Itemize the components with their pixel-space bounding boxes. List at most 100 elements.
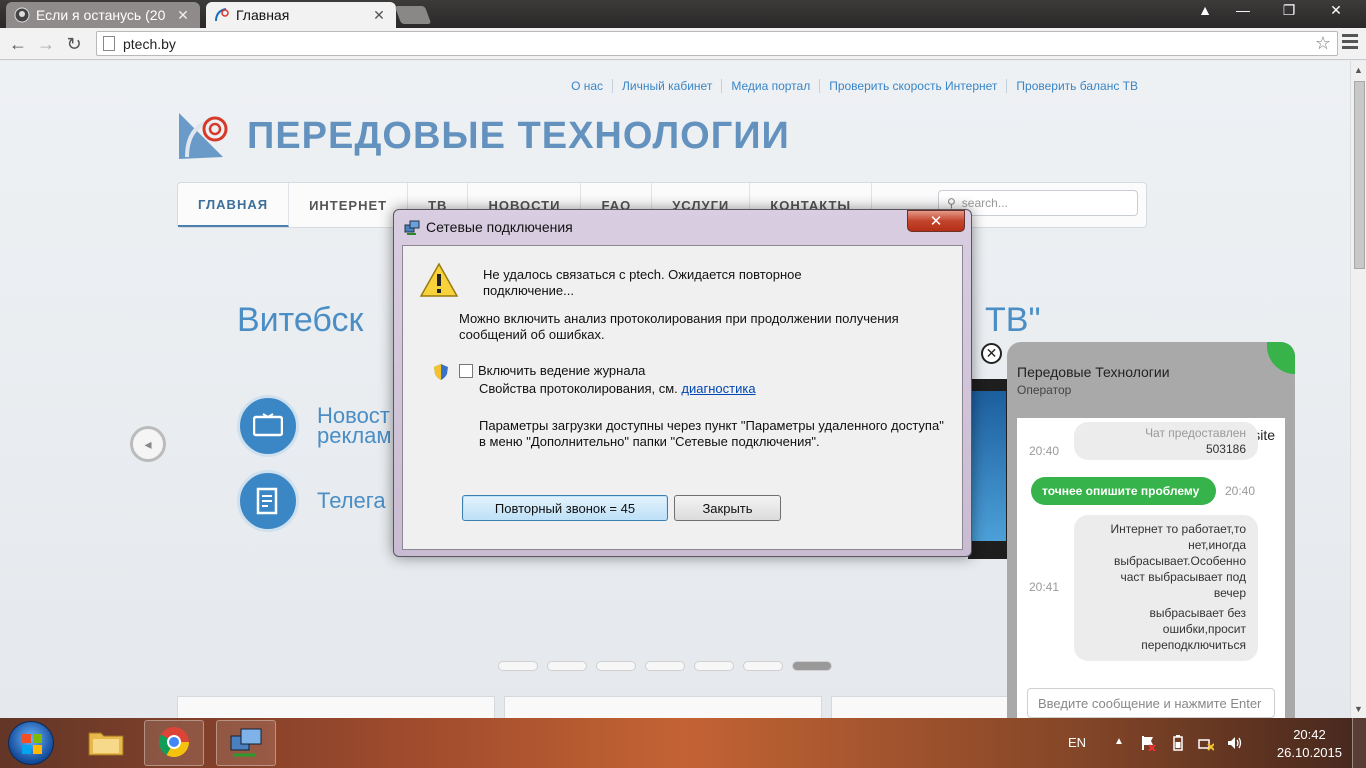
link-speedtest[interactable]: Проверить скорость Интернет: [819, 79, 1006, 93]
scrollbar-thumb[interactable]: [1354, 81, 1365, 269]
show-desktop-button[interactable]: [1352, 718, 1366, 768]
tab-title: Главная: [236, 7, 290, 23]
dialog-titlebar[interactable]: Сетевые подключения: [404, 219, 573, 235]
scroll-up-icon[interactable]: ▲: [1354, 65, 1363, 75]
taskbar-chrome-button[interactable]: [144, 720, 204, 766]
address-bar[interactable]: ptech.by ☆: [96, 31, 1338, 56]
folder-icon: [87, 727, 125, 760]
feature-label: Новост реклам: [317, 405, 392, 448]
chat-close-button[interactable]: ✕: [981, 343, 1002, 364]
browser-tabstrip: Если я останусь (20 ✕ Главная ✕ ▲ — ❐ ✕: [0, 0, 1366, 28]
info-card[interactable]: [177, 696, 495, 718]
slider-prev-button[interactable]: ◂: [130, 426, 166, 462]
dialog-close-icon[interactable]: ✕: [907, 210, 965, 232]
feature-telegram[interactable]: Телега: [237, 470, 386, 532]
properties-text: Свойства протоколирования, см.: [479, 381, 678, 396]
top-links: О нас Личный кабинет Медиа портал Провер…: [562, 79, 1147, 93]
enable-logging-checkbox[interactable]: [459, 364, 473, 378]
uac-shield-icon: [433, 363, 449, 381]
link-about[interactable]: О нас: [562, 79, 612, 93]
window-close-button[interactable]: ✕: [1312, 0, 1360, 20]
laptop-image: [968, 379, 1008, 559]
chat-status-indicator: [1267, 342, 1295, 374]
dialog-message: Не удалось связаться с ptech. Ожидается …: [483, 267, 802, 298]
message-line: переподключиться: [1141, 638, 1246, 652]
dialog-title: Сетевые подключения: [426, 219, 573, 235]
network-connections-icon: [227, 726, 265, 761]
chat-operator-name: Передовые Технологии: [1017, 364, 1170, 380]
tab-video[interactable]: Если я останусь (20 ✕: [6, 2, 200, 28]
slider-dot[interactable]: [694, 661, 734, 671]
restore-button[interactable]: ❐: [1266, 0, 1312, 20]
message-time: 20:40: [1225, 484, 1256, 498]
power-icon[interactable]: [1170, 735, 1186, 751]
slider-dot-active[interactable]: [792, 661, 832, 671]
chat-log: jivosite Чат предоставлен 503186 20:40 т…: [1017, 418, 1285, 718]
tab-home[interactable]: Главная ✕: [206, 2, 396, 28]
dialog-message-settings: Параметры загрузки доступны через пункт …: [479, 418, 944, 449]
start-button[interactable]: [8, 721, 54, 765]
menu-home[interactable]: ГЛАВНАЯ: [178, 183, 290, 227]
system-clock[interactable]: 20:42 26.10.2015: [1277, 726, 1342, 762]
message-line: Чат предоставлен: [1145, 426, 1246, 440]
info-card[interactable]: [504, 696, 822, 718]
new-tab-button[interactable]: [394, 6, 432, 24]
profile-icon[interactable]: ▲: [1190, 0, 1220, 20]
tab-title: Если я останусь (20: [36, 7, 166, 23]
action-center-icon[interactable]: [1140, 735, 1156, 752]
taskbar-explorer-button[interactable]: [76, 720, 136, 766]
slider-dots: [498, 661, 841, 671]
enable-logging-label[interactable]: Включить ведение журнала: [478, 363, 645, 378]
message-line: 503186: [1205, 442, 1246, 456]
menu-icon[interactable]: [1342, 34, 1358, 52]
close-button[interactable]: Закрыть: [674, 495, 781, 521]
window-controls: ▲ — ❐ ✕: [1190, 0, 1360, 20]
reload-icon[interactable]: ↻: [62, 32, 86, 56]
page-icon: [103, 36, 115, 51]
dialog-message-logging: Можно включить анализ протоколирования п…: [459, 311, 899, 342]
search-icon: ⚲: [947, 196, 956, 210]
bookmark-star-icon[interactable]: ☆: [1315, 33, 1331, 54]
menu-internet[interactable]: ИНТЕРНЕТ: [289, 183, 409, 227]
message-line: выбрасывает.Особенно: [1113, 554, 1246, 568]
language-indicator[interactable]: EN: [1068, 735, 1086, 750]
chat-message-in: Интернет то работает,то нет,иногда выбра…: [1074, 515, 1258, 661]
message-time: 20:40: [1029, 444, 1060, 458]
link-account[interactable]: Личный кабинет: [612, 79, 721, 93]
network-connection-dialog: Сетевые подключения ✕ Не удалось связать…: [393, 209, 972, 557]
logo-text: ПЕРЕДОВЫЕ ТЕХНОЛОГИИ: [247, 114, 790, 157]
slider-dot[interactable]: [596, 661, 636, 671]
chat-operator-role: Оператор: [1017, 383, 1072, 397]
chat-message-input[interactable]: Введите сообщение и нажмите Enter: [1027, 688, 1275, 718]
link-tv-balance[interactable]: Проверить баланс ТВ: [1006, 79, 1147, 93]
feature-line: реклам: [317, 423, 392, 448]
tab-close-icon[interactable]: ✕: [372, 7, 386, 24]
slider-dot[interactable]: [743, 661, 783, 671]
network-tray-icon[interactable]: [1198, 735, 1215, 751]
show-hidden-icons-icon[interactable]: ▲: [1114, 736, 1124, 747]
slider-dot[interactable]: [645, 661, 685, 671]
document-icon: [237, 470, 299, 532]
page-scrollbar[interactable]: ▲ ▼: [1350, 61, 1366, 718]
minimize-button[interactable]: —: [1220, 0, 1266, 20]
message-line: част выбрасывает под: [1120, 570, 1246, 584]
diagnostics-link[interactable]: диагностика: [681, 381, 755, 396]
volume-icon[interactable]: [1226, 735, 1242, 751]
url-text: ptech.by: [123, 35, 176, 52]
site-logo[interactable]: ПЕРЕДОВЫЕ ТЕХНОЛОГИИ: [177, 111, 790, 161]
taskbar-network-button[interactable]: [216, 720, 276, 766]
chrome-icon: [157, 725, 191, 762]
back-icon[interactable]: ←: [6, 32, 30, 56]
taskbar: EN ▲ 20:42 26.10.2015: [0, 718, 1366, 768]
link-media[interactable]: Медиа портал: [721, 79, 819, 93]
slider-dot[interactable]: [498, 661, 538, 671]
feature-news[interactable]: Новост реклам: [237, 395, 392, 457]
tab-close-icon[interactable]: ✕: [176, 7, 190, 24]
chat-widget: Передовые Технологии Оператор jivosite Ч…: [1007, 342, 1295, 718]
message-line: нет,иногда: [1188, 538, 1246, 552]
redial-button[interactable]: Повторный звонок = 45: [462, 495, 668, 521]
clock-time: 20:42: [1293, 727, 1326, 742]
scroll-down-icon[interactable]: ▼: [1354, 704, 1363, 714]
slider-dot[interactable]: [547, 661, 587, 671]
forward-icon[interactable]: →: [34, 32, 58, 56]
